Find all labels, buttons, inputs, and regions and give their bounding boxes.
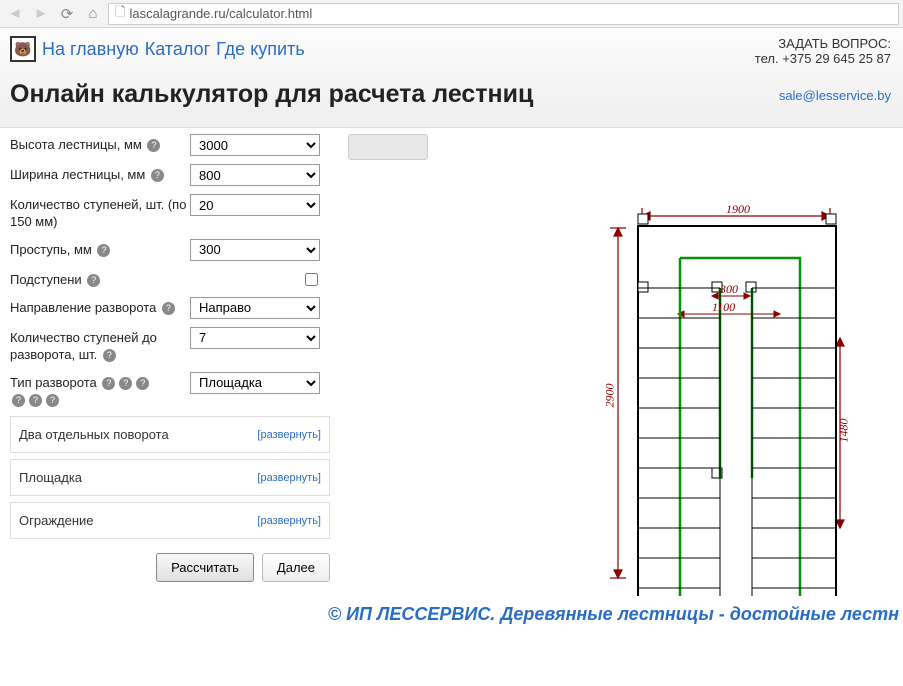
footer: © ИП ЛЕССЕРВИС. Деревянные лестницы - до… <box>0 596 903 629</box>
turn-dir-select[interactable]: Направо <box>190 297 320 319</box>
contact-block: ЗАДАТЬ ВОПРОС: тел. +375 29 645 25 87 sa… <box>755 36 891 103</box>
steps-to-turn-label: Количество ступеней до разворота, шт. <box>10 330 157 362</box>
logo[interactable]: 🐻 <box>10 36 36 62</box>
phone: тел. +375 29 645 25 87 <box>755 51 891 66</box>
page-icon: 🗋 <box>115 3 125 25</box>
tread-select[interactable]: 300 <box>190 239 320 261</box>
width-label: Ширина лестницы, мм <box>10 167 145 182</box>
dim-width: 1900 <box>726 202 750 217</box>
reload-button[interactable]: ⟳ <box>56 3 78 25</box>
turn-type-label: Тип разворота <box>10 375 97 390</box>
help-icon[interactable]: ? <box>102 377 115 390</box>
back-button[interactable]: ◄ <box>4 3 26 25</box>
email-link[interactable]: sale@lesservice.by <box>755 88 891 103</box>
steps-select[interactable]: 20 <box>190 194 320 216</box>
help-icon[interactable]: ? <box>87 274 100 287</box>
dim-height: 2900 <box>603 384 618 408</box>
nav-catalog[interactable]: Каталог <box>145 39 210 60</box>
section-railing[interactable]: Ограждение [развернуть] <box>10 502 330 539</box>
dim-side: 1480 <box>837 419 852 443</box>
help-icon[interactable]: ? <box>162 302 175 315</box>
riser-checkbox[interactable] <box>305 273 318 286</box>
url-bar[interactable]: 🗋 lascalagrande.ru/calculator.html <box>108 3 899 25</box>
width-select[interactable]: 800 <box>190 164 320 186</box>
url-text: lascalagrande.ru/calculator.html <box>129 6 312 21</box>
help-icon[interactable]: ? <box>136 377 149 390</box>
home-button[interactable]: ⌂ <box>82 3 104 25</box>
tread-label: Проступь, мм <box>10 242 92 257</box>
riser-label: Подступени <box>10 272 82 287</box>
help-icon[interactable]: ? <box>12 394 25 407</box>
steps-to-turn-select[interactable]: 7 <box>190 327 320 349</box>
dim-gap: 300 <box>720 282 738 297</box>
browser-toolbar: ◄ ► ⟳ ⌂ 🗋 lascalagrande.ru/calculator.ht… <box>0 0 903 28</box>
forward-button[interactable]: ► <box>30 3 52 25</box>
ask-label: ЗАДАТЬ ВОПРОС: <box>755 36 891 51</box>
calculator-form: Высота лестницы, мм ? 3000 Ширина лестни… <box>0 128 340 596</box>
expand-link[interactable]: [развернуть] <box>257 472 321 484</box>
help-icon[interactable]: ? <box>147 139 160 152</box>
preview-pane: 1900 2900 300 1100 1480 <box>340 128 903 596</box>
site-header: 🐻 На главную Каталог Где купить ЗАДАТЬ В… <box>0 28 903 128</box>
stair-diagram: 1900 2900 300 1100 1480 <box>400 198 880 596</box>
help-icon[interactable]: ? <box>46 394 59 407</box>
height-label: Высота лестницы, мм <box>10 137 142 152</box>
help-icon[interactable]: ? <box>103 349 116 362</box>
next-button[interactable]: Далее <box>262 553 330 582</box>
preview-tab[interactable] <box>348 134 428 160</box>
height-select[interactable]: 3000 <box>190 134 320 156</box>
help-icon[interactable]: ? <box>151 169 164 182</box>
expand-link[interactable]: [развернуть] <box>257 429 321 441</box>
help-icon[interactable]: ? <box>119 377 132 390</box>
help-icon[interactable]: ? <box>29 394 42 407</box>
turn-type-select[interactable]: Площадка <box>190 372 320 394</box>
nav-buy[interactable]: Где купить <box>216 39 305 60</box>
section-two-turns[interactable]: Два отдельных поворота [развернуть] <box>10 416 330 453</box>
turn-dir-label: Направление разворота <box>10 300 156 315</box>
steps-label: Количество ступеней, шт. (по 150 мм) <box>10 197 186 229</box>
expand-link[interactable]: [развернуть] <box>257 515 321 527</box>
section-platform[interactable]: Площадка [развернуть] <box>10 459 330 496</box>
dim-inner: 1100 <box>712 300 735 315</box>
nav-home[interactable]: На главную <box>42 39 139 60</box>
calculate-button[interactable]: Рассчитать <box>156 553 254 582</box>
help-icon[interactable]: ? <box>97 244 110 257</box>
